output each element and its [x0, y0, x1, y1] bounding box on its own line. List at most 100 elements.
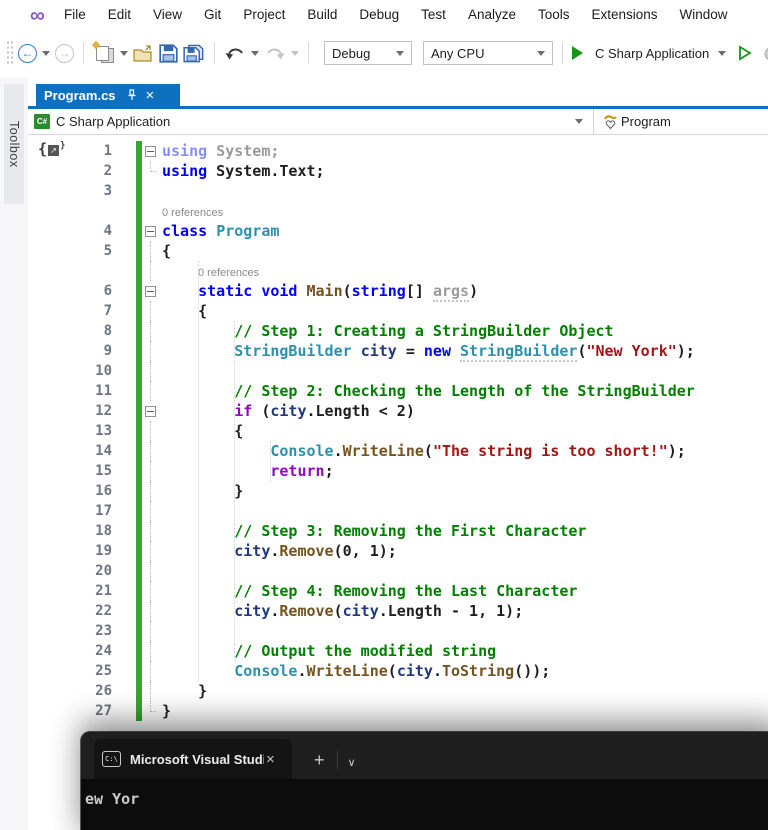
code-line[interactable]: 16 } [28, 481, 768, 501]
save-icon[interactable] [159, 43, 178, 63]
run-target-dropdown-icon[interactable] [718, 50, 727, 56]
code-line[interactable]: 9 StringBuilder city = new StringBuilder… [28, 341, 768, 362]
chevron-down-icon [537, 50, 545, 56]
terminal-tab[interactable]: C:\ Microsoft Visual Studio Debu × [94, 739, 292, 779]
code-line[interactable]: 15 return; [28, 461, 768, 481]
toolbox-tab[interactable]: Toolbox [4, 84, 24, 204]
menu-item-analyze[interactable]: Analyze [457, 7, 527, 22]
new-item-icon[interactable] [91, 40, 115, 63]
codelens-references[interactable]: 0 references [198, 267, 259, 279]
redo-icon[interactable] [264, 44, 286, 62]
code-line[interactable]: 8 // Step 1: Creating a StringBuilder Ob… [28, 321, 768, 341]
code-line[interactable]: 23 [28, 621, 768, 641]
collapse-region-icon[interactable] [145, 406, 156, 417]
collapse-region-icon[interactable] [145, 226, 156, 237]
undo-dropdown-icon[interactable] [251, 50, 259, 56]
tab-program-cs[interactable]: Program.cs × [36, 84, 180, 106]
menu-item-tools[interactable]: Tools [527, 7, 581, 22]
code-line[interactable]: 10 [28, 361, 768, 381]
undo-icon[interactable] [224, 44, 246, 62]
navigate-back-dropdown-icon[interactable] [42, 50, 50, 56]
solution-platform-dropdown[interactable]: Any CPU [423, 41, 553, 65]
toolbox-label: Toolbox [7, 120, 21, 168]
fold-margin [142, 601, 159, 621]
menu-item-window[interactable]: Window [669, 7, 739, 22]
code-line[interactable]: 22 city.Remove(city.Length - 1, 1); [28, 601, 768, 621]
code-line[interactable]: 3 [28, 181, 768, 201]
code-line[interactable]: 26 } [28, 681, 768, 701]
fold-margin [142, 201, 159, 221]
save-all-icon[interactable] [183, 44, 205, 63]
run-target-label[interactable]: C Sharp Application [595, 46, 709, 61]
code-line[interactable]: 18 // Step 3: Removing the First Charact… [28, 521, 768, 541]
code-line[interactable]: 7 { [28, 301, 768, 321]
fold-margin [142, 241, 159, 261]
line-number: 24 [95, 643, 112, 659]
solution-configuration-dropdown[interactable]: Debug [324, 41, 412, 65]
line-number: 3 [103, 183, 112, 199]
visual-studio-logo-icon: ∞ [30, 3, 45, 27]
code-line[interactable]: 21 // Step 4: Removing the Last Characte… [28, 581, 768, 601]
code-line[interactable]: 1 using System; [28, 141, 768, 161]
menu-item-view[interactable]: View [142, 7, 193, 22]
new-item-dropdown-icon[interactable] [120, 50, 128, 56]
line-number [28, 201, 112, 221]
code-line[interactable]: 14 Console.WriteLine("The string is too … [28, 441, 768, 461]
code-line[interactable]: 2 using System.Text; [28, 161, 768, 181]
fold-margin [142, 281, 159, 301]
code-line[interactable]: 13 { [28, 421, 768, 441]
menu-item-project[interactable]: Project [232, 7, 296, 22]
terminal-title-bar: C:\ Microsoft Visual Studio Debu × + ∨ [81, 732, 768, 779]
collapse-region-icon[interactable] [145, 286, 156, 297]
pin-icon[interactable] [126, 89, 137, 101]
code-line[interactable]: 6 static void Main(string[] args) [28, 281, 768, 302]
redo-dropdown-icon[interactable] [291, 50, 299, 56]
code-line[interactable]: 5{ [28, 241, 768, 261]
terminal-output[interactable]: ew Yor [81, 779, 768, 808]
chevron-down-icon[interactable]: ∨ [348, 756, 356, 769]
menu-bar: ∞ File Edit View Git Project Build Debug Test An… [0, 0, 768, 30]
code-line[interactable]: 20 [28, 561, 768, 581]
code-line[interactable]: 25 Console.WriteLine(city.ToString()); [28, 661, 768, 681]
member-dropdown[interactable]: Program [594, 109, 671, 134]
menu-item-file[interactable]: File [53, 7, 97, 22]
menu-item-edit[interactable]: Edit [97, 7, 142, 22]
document-tab-well: Program.cs × [28, 84, 768, 109]
fold-margin [142, 681, 159, 701]
code-line[interactable]: 4 class Program [28, 221, 768, 241]
close-icon[interactable]: × [146, 88, 155, 103]
menu-item-debug[interactable]: Debug [348, 7, 410, 22]
open-file-icon[interactable] [133, 45, 154, 62]
collapse-region-icon[interactable] [145, 146, 156, 157]
code-line[interactable]: 12 if (city.Length < 2) [28, 401, 768, 421]
code-editor[interactable]: {↗} 1 using System; 2 using System.Text; 3 0 … [28, 135, 768, 830]
line-number: 17 [95, 503, 112, 519]
fold-margin [142, 481, 159, 501]
fold-margin [142, 541, 159, 561]
code-line[interactable]: 11 // Step 2: Checking the Length of the… [28, 381, 768, 401]
code-line[interactable]: 19 city.Remove(0, 1); [28, 541, 768, 561]
new-tab-icon[interactable]: + [314, 750, 325, 771]
codelens-references[interactable]: 0 references [162, 207, 223, 219]
menu-item-build[interactable]: Build [296, 7, 348, 22]
braces-margin-icon[interactable]: {↗} [38, 142, 65, 157]
hot-reload-icon[interactable] [762, 43, 768, 63]
close-icon[interactable]: × [266, 751, 275, 768]
line-number: 23 [95, 623, 112, 639]
menu-item-extensions[interactable]: Extensions [580, 7, 668, 22]
navigate-back-icon[interactable]: ← [18, 43, 37, 63]
code-line[interactable]: 27} [28, 701, 768, 721]
menu-item-test[interactable]: Test [410, 7, 457, 22]
code-line[interactable]: 17 [28, 501, 768, 521]
toolbar-grip-handle[interactable] [6, 40, 13, 66]
line-number: 20 [95, 563, 112, 579]
line-number: 2 [103, 163, 112, 179]
terminal-window[interactable]: C:\ Microsoft Visual Studio Debu × + ∨ e… [80, 731, 768, 830]
menu-item-git[interactable]: Git [193, 7, 232, 22]
fold-margin [142, 561, 159, 581]
project-dropdown[interactable]: C# C Sharp Application [28, 109, 593, 134]
code-line[interactable]: 24 // Output the modified string [28, 641, 768, 661]
navigate-forward-icon[interactable]: → [55, 43, 74, 63]
start-debugging-icon[interactable] [572, 46, 583, 60]
start-without-debugging-icon[interactable] [737, 45, 753, 61]
